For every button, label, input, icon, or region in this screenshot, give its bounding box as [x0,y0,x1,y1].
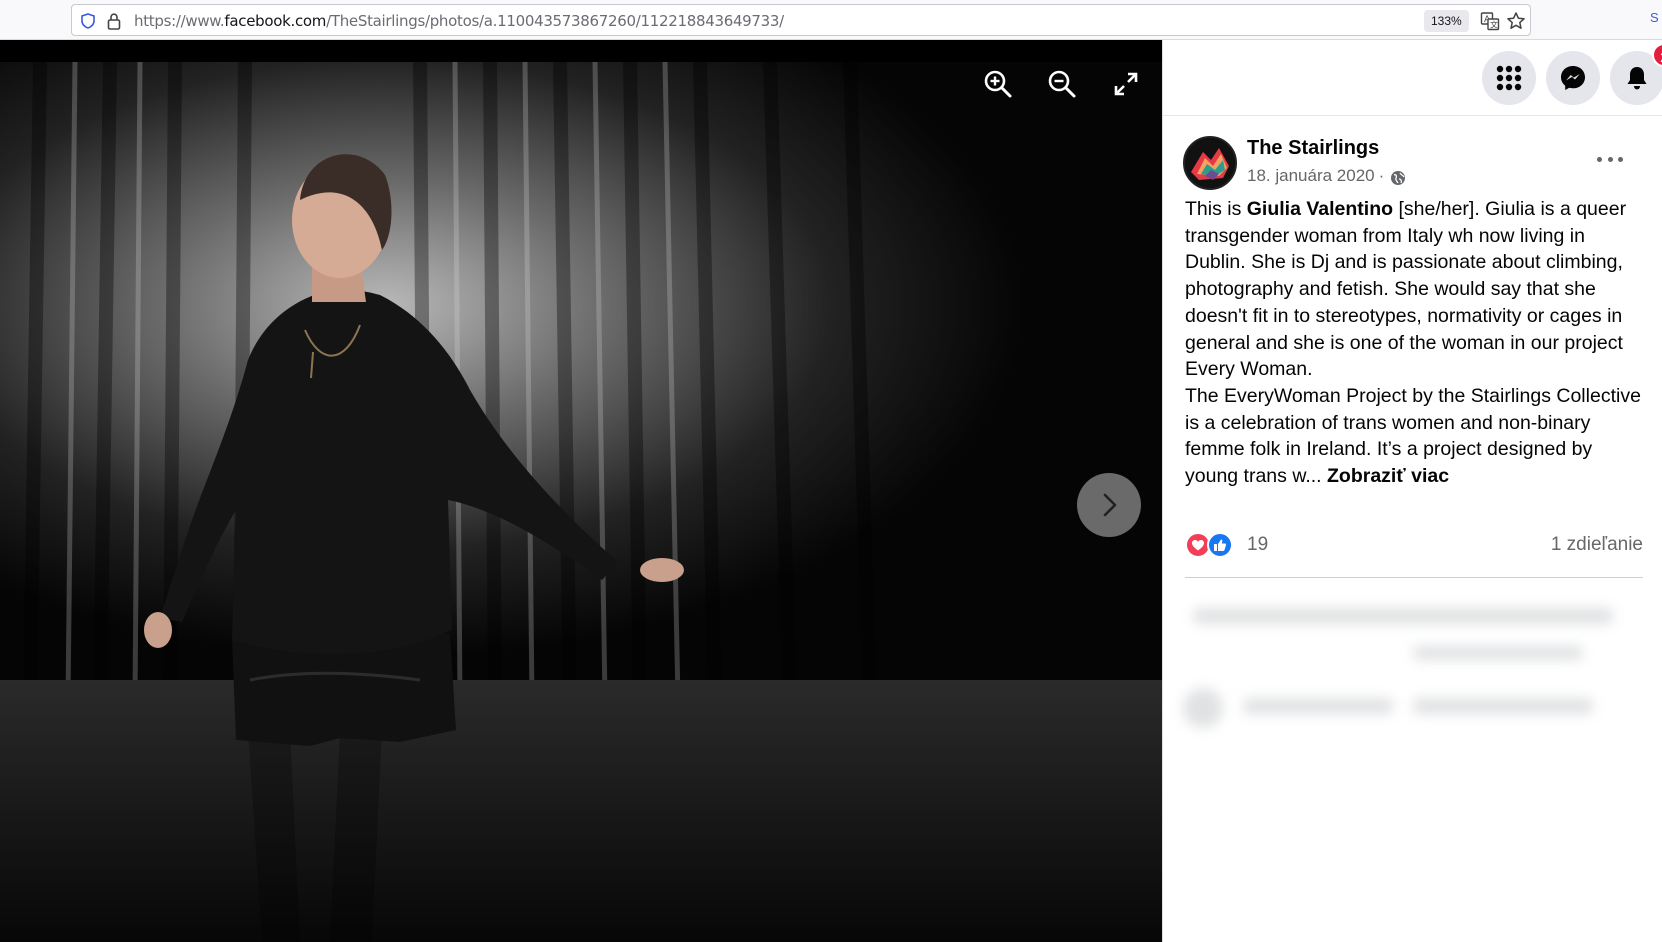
more-dot-icon [1618,156,1623,162]
tagged-person-name[interactable]: Giulia Valentino [1247,198,1393,220]
post-panel: The Stairlings 18. januára 2020 · This i… [1162,40,1662,942]
bell-icon [1627,67,1647,90]
meta-separator: · [1378,166,1385,185]
lock-icon[interactable] [106,12,122,30]
messenger-icon [1561,66,1585,90]
zoom-level-badge[interactable]: 133% [1424,10,1469,32]
address-bar[interactable]: https://www.facebook.com/TheStairlings/p… [71,4,1531,36]
post-header: The Stairlings 18. januára 2020 · [1183,136,1643,192]
blurred-comment-section [1163,588,1662,788]
toolbar-overflow-icon[interactable]: S [1650,10,1659,25]
post-meta: 18. januára 2020 · [1247,166,1406,186]
url-text[interactable]: https://www.facebook.com/TheStairlings/p… [134,12,784,30]
reaction-count[interactable]: 19 [1247,534,1268,556]
thumbs-up-icon [1214,539,1227,551]
bookmark-star-icon[interactable] [1506,11,1526,31]
svg-text:文: 文 [1490,20,1498,30]
zoom-in-button[interactable] [978,64,1018,104]
translate-icon[interactable]: A文 [1480,11,1500,31]
chevron-right-icon [1103,493,1117,517]
more-dot-icon [1607,156,1613,162]
fullscreen-icon [1114,72,1138,96]
url-prefix: https://www. [134,12,225,30]
fullscreen-button[interactable] [1106,64,1146,104]
reaction-icons[interactable] [1185,532,1237,560]
divider [1185,577,1643,578]
post-date-link[interactable]: 18. januára 2020 [1247,166,1375,186]
photo-image [0,40,1162,942]
messenger-button[interactable] [1546,51,1600,105]
browser-toolbar: https://www.facebook.com/TheStairlings/p… [0,0,1662,40]
reactions-bar: 19 1 zdieľanie [1185,530,1643,564]
next-photo-button[interactable] [1077,473,1141,537]
zoom-out-icon [1048,70,1076,98]
like-reaction-icon [1207,532,1233,558]
post-options-button[interactable] [1593,148,1627,170]
url-path: /TheStairlings/photos/a.110043573867260/… [326,12,784,30]
more-dot-icon [1597,156,1602,162]
see-more-link[interactable]: Zobraziť viac [1327,465,1449,487]
post-text-body: [she/her]. Giulia is a queer transgender… [1185,198,1627,381]
globe-icon [1391,170,1406,185]
share-count[interactable]: 1 zdieľanie [1551,534,1643,556]
page-avatar[interactable] [1183,136,1237,190]
heart-icon [1192,540,1204,551]
zoom-in-icon [984,70,1012,98]
page-name-link[interactable]: The Stairlings [1247,137,1379,160]
post-text: This is Giulia Valentino [she/her]. Giul… [1185,196,1647,490]
zoom-out-button[interactable] [1042,64,1082,104]
photo-viewer [0,40,1162,942]
page-logo-image [1185,138,1235,188]
post-text-intro: This is [1185,198,1247,220]
shield-icon[interactable] [80,13,96,29]
grid-menu-icon [1496,65,1522,91]
top-nav [1163,40,1662,116]
menu-button[interactable] [1482,51,1536,105]
url-host: facebook.com [224,12,327,30]
